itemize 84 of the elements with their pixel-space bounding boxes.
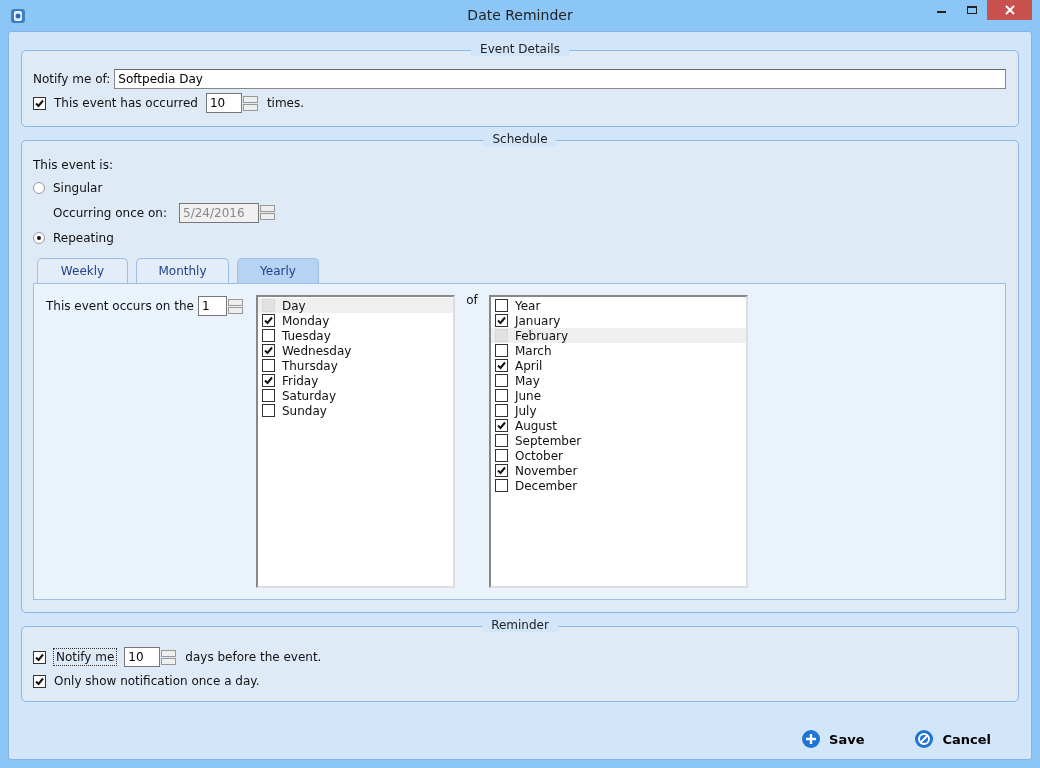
times-label: times. (266, 96, 305, 110)
month-list-item[interactable]: January (490, 313, 746, 328)
days-label: days before the event. (185, 650, 322, 664)
tab[interactable]: Monthly (136, 258, 229, 283)
checkbox[interactable] (33, 96, 46, 110)
month-list-item[interactable]: June (490, 388, 746, 403)
month-list-item[interactable]: March (490, 343, 746, 358)
month-list-item[interactable]: November (490, 463, 746, 478)
checkbox[interactable] (494, 374, 508, 387)
day-list-item[interactable]: Day (257, 298, 453, 313)
event-name-field[interactable]: Softpedia Day (114, 69, 1006, 89)
checkbox[interactable] (261, 359, 275, 372)
radio-button[interactable] (33, 231, 45, 244)
close-icon (1003, 5, 1016, 15)
plus-icon (801, 729, 821, 749)
maximize-icon (966, 5, 978, 15)
checkbox[interactable] (494, 434, 508, 447)
spin-down-icon (260, 213, 275, 220)
spin-up-icon (227, 298, 243, 306)
spin-down-icon (227, 306, 243, 314)
checkbox[interactable] (261, 344, 275, 357)
radio-label: Singular (53, 180, 103, 195)
group-legend: Event Details (471, 42, 569, 56)
checkbox[interactable] (494, 344, 508, 357)
tab[interactable]: Yearly (237, 258, 319, 283)
month-list-item[interactable]: December (490, 478, 746, 493)
event-type-label: This event is: (33, 157, 114, 174)
occurs-label: This event occurs on the (46, 299, 194, 313)
tab[interactable]: Weekly (37, 258, 128, 283)
day-list-item[interactable]: Sunday (257, 403, 453, 418)
notify-label: Notify me of: (33, 72, 111, 86)
date-label: Occurring once on: (53, 205, 167, 220)
checkbox[interactable] (494, 314, 508, 327)
checkbox[interactable] (494, 389, 508, 402)
month-list-item[interactable]: Year (490, 298, 746, 313)
days-spin-field[interactable]: 10 (124, 647, 161, 667)
checkbox[interactable] (494, 449, 508, 462)
checkbox[interactable] (261, 374, 275, 387)
window-title: Date Reminder (467, 7, 573, 23)
month-list-item[interactable]: April (490, 358, 746, 373)
day-list-item[interactable]: Tuesday (257, 328, 453, 343)
spin-down-icon (242, 103, 258, 111)
month-list-item[interactable]: February (490, 328, 746, 343)
radio-label: Repeating (53, 230, 114, 245)
checkbox[interactable] (33, 674, 46, 688)
checkbox[interactable] (261, 329, 275, 342)
checkbox[interactable] (261, 389, 275, 402)
month-list-item[interactable]: August (490, 418, 746, 433)
spin-up-icon (260, 205, 275, 212)
checkbox[interactable] (261, 314, 275, 327)
day-list-item[interactable]: Thursday (257, 358, 453, 373)
of-label: of (465, 293, 479, 307)
checkbox[interactable] (261, 404, 275, 417)
checkbox[interactable] (494, 299, 508, 312)
checkbox[interactable] (494, 359, 508, 372)
group-legend: Reminder (482, 618, 558, 632)
day-list-item[interactable]: Friday (257, 373, 453, 388)
ordinal-spin-field[interactable]: 1 (197, 296, 227, 316)
count-spin-field[interactable]: 10 (205, 93, 242, 113)
checkbox[interactable] (494, 404, 508, 417)
spin-up-icon (242, 95, 258, 103)
cancel-button[interactable]: Cancel (914, 729, 991, 749)
checkbox[interactable] (33, 650, 46, 664)
day-list-item[interactable]: Monday (257, 313, 453, 328)
checkbox-label: Notify me (54, 649, 117, 665)
month-list-item[interactable]: July (490, 403, 746, 418)
checkbox-label: This event has occurred (54, 96, 198, 110)
month-list-item[interactable]: September (490, 433, 746, 448)
group-legend: Schedule (483, 132, 557, 146)
spin-down-icon (161, 657, 177, 665)
radio-button[interactable] (33, 181, 45, 194)
day-list-item[interactable]: Saturday (257, 388, 453, 403)
spin-up-icon (161, 649, 177, 657)
checkbox[interactable] (494, 419, 508, 432)
close-button[interactable] (987, 0, 1032, 20)
save-button[interactable]: Save (801, 729, 865, 749)
day-list-item[interactable]: Wednesday (257, 343, 453, 358)
checkbox-label: Only show notification once a day. (54, 674, 260, 688)
month-list-item[interactable]: May (490, 373, 746, 388)
checkbox[interactable] (494, 479, 508, 492)
month-list-item[interactable]: October (490, 448, 746, 463)
cancel-icon (914, 729, 935, 749)
app-icon (10, 7, 26, 24)
checkbox[interactable] (494, 464, 508, 477)
